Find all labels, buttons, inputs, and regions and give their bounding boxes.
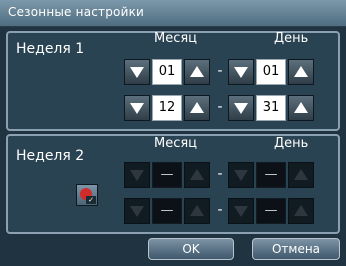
- week2-start-day-up-button: [288, 162, 314, 188]
- week1-end-month-up-button[interactable]: [184, 95, 210, 121]
- week1-start-day-value: 01: [256, 59, 286, 85]
- week2-start-day-value: —: [256, 162, 286, 188]
- triangle-down-icon: [234, 103, 248, 114]
- title-bar: Сезонные настройки: [0, 0, 346, 27]
- triangle-up-icon: [294, 169, 308, 180]
- week1-end-month-down-button[interactable]: [124, 95, 150, 121]
- week2-day-header: День: [274, 136, 309, 151]
- triangle-down-icon: [130, 206, 144, 217]
- triangle-up-icon: [190, 169, 204, 180]
- week2-start-separator: -: [217, 166, 223, 182]
- week1-start-month-down-button[interactable]: [124, 59, 150, 85]
- week1-day-header: День: [274, 31, 309, 46]
- week2-panel: Неделя 2 Месяц День ✓ — - — — - —: [6, 134, 340, 234]
- week1-month-header: Месяц: [154, 31, 198, 46]
- week1-start-day-down-button[interactable]: [228, 59, 254, 85]
- ok-button[interactable]: OK: [148, 238, 234, 260]
- triangle-up-icon: [190, 102, 204, 113]
- week1-start-separator: -: [217, 63, 223, 79]
- triangle-down-icon: [130, 67, 144, 78]
- triangle-up-icon: [294, 205, 308, 216]
- triangle-down-icon: [234, 206, 248, 217]
- triangle-down-icon: [130, 170, 144, 181]
- week1-end-separator: -: [217, 99, 223, 115]
- triangle-up-icon: [294, 102, 308, 113]
- week2-end-day-down-button: [228, 198, 254, 224]
- week2-start-month-up-button: [184, 162, 210, 188]
- week1-panel: Неделя 1 Месяц День 01 - 01 12 - 31: [6, 31, 340, 131]
- week2-month-header: Месяц: [154, 136, 198, 151]
- week1-end-day-down-button[interactable]: [228, 95, 254, 121]
- week2-end-month-up-button: [184, 198, 210, 224]
- week2-enable-toggle-icon[interactable]: ✓: [76, 184, 98, 206]
- cancel-button[interactable]: Отмена: [252, 238, 340, 260]
- week2-start-day-down-button: [228, 162, 254, 188]
- week2-start-month-down-button: [124, 162, 150, 188]
- week1-end-day-up-button[interactable]: [288, 95, 314, 121]
- week1-end-month-value: 12: [152, 95, 182, 121]
- triangle-up-icon: [190, 66, 204, 77]
- triangle-down-icon: [234, 170, 248, 181]
- week2-end-month-value: —: [152, 198, 182, 224]
- triangle-up-icon: [190, 205, 204, 216]
- week1-label: Неделя 1: [16, 41, 85, 57]
- window-title: Сезонные настройки: [8, 5, 145, 19]
- triangle-down-icon: [130, 103, 144, 114]
- week2-start-month-value: —: [152, 162, 182, 188]
- week1-start-month-up-button[interactable]: [184, 59, 210, 85]
- week1-start-day-up-button[interactable]: [288, 59, 314, 85]
- week1-start-month-value: 01: [152, 59, 182, 85]
- week2-end-day-up-button: [288, 198, 314, 224]
- triangle-up-icon: [294, 66, 308, 77]
- week1-end-day-value: 31: [256, 95, 286, 121]
- week2-label: Неделя 2: [16, 148, 85, 164]
- week2-end-month-down-button: [124, 198, 150, 224]
- week2-end-separator: -: [217, 202, 223, 218]
- week2-end-day-value: —: [256, 198, 286, 224]
- triangle-down-icon: [234, 67, 248, 78]
- check-tag-icon: ✓: [86, 196, 96, 204]
